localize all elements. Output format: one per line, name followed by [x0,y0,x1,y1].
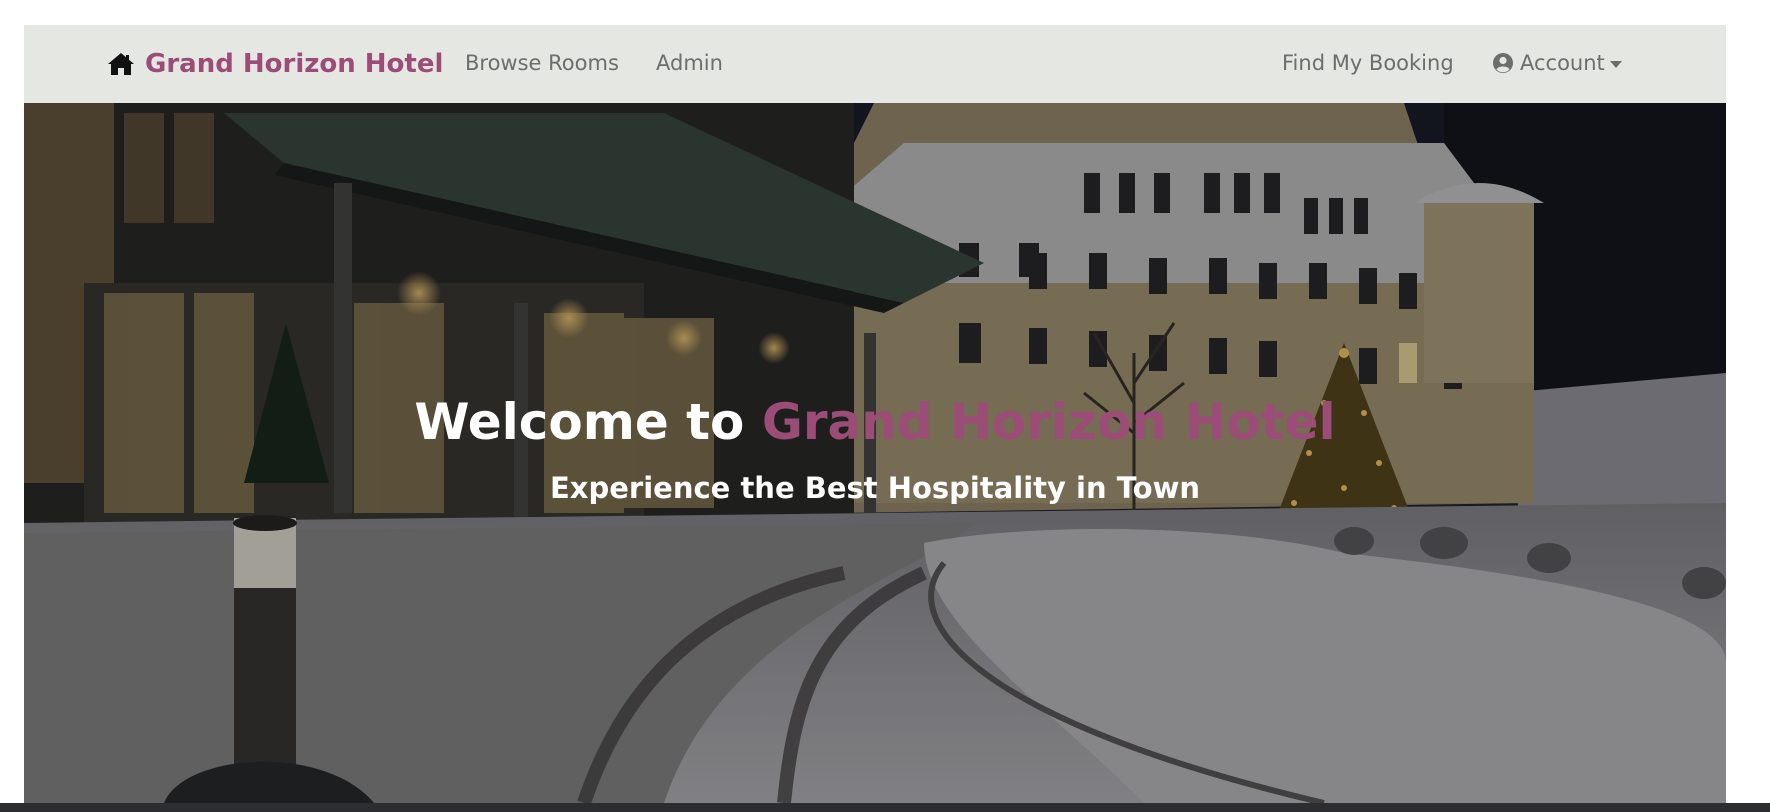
hero-subtitle: Experience the Best Hospitality in Town [549,471,1201,505]
hero-banner: Welcome to Grand Horizon Hotel Experienc… [24,103,1726,803]
account-label: Account [1520,51,1605,75]
home-icon [107,51,135,77]
nav-admin[interactable]: Admin [656,51,723,75]
nav-browse-rooms[interactable]: Browse Rooms [465,51,619,75]
chevron-down-icon [1609,60,1622,68]
hero-title-accent: Grand Horizon Hotel [761,393,1336,451]
user-circle-icon [1492,52,1514,74]
hero-dark-overlay [24,103,1726,803]
brand-name: Grand Horizon Hotel [145,49,444,79]
nav-account-dropdown[interactable]: Account [1492,51,1622,75]
taskbar-strip [0,803,1770,812]
hero-title-prefix: Welcome to [414,393,762,451]
brand-link[interactable]: Grand Horizon Hotel [107,47,443,81]
page: Grand Horizon Hotel Browse Rooms Admin F… [0,0,1770,812]
navbar: Grand Horizon Hotel Browse Rooms Admin F… [24,25,1726,104]
nav-find-my-booking[interactable]: Find My Booking [1282,51,1454,75]
browser-viewport: Grand Horizon Hotel Browse Rooms Admin F… [24,25,1726,803]
hero-title: Welcome to Grand Horizon Hotel [24,393,1726,451]
